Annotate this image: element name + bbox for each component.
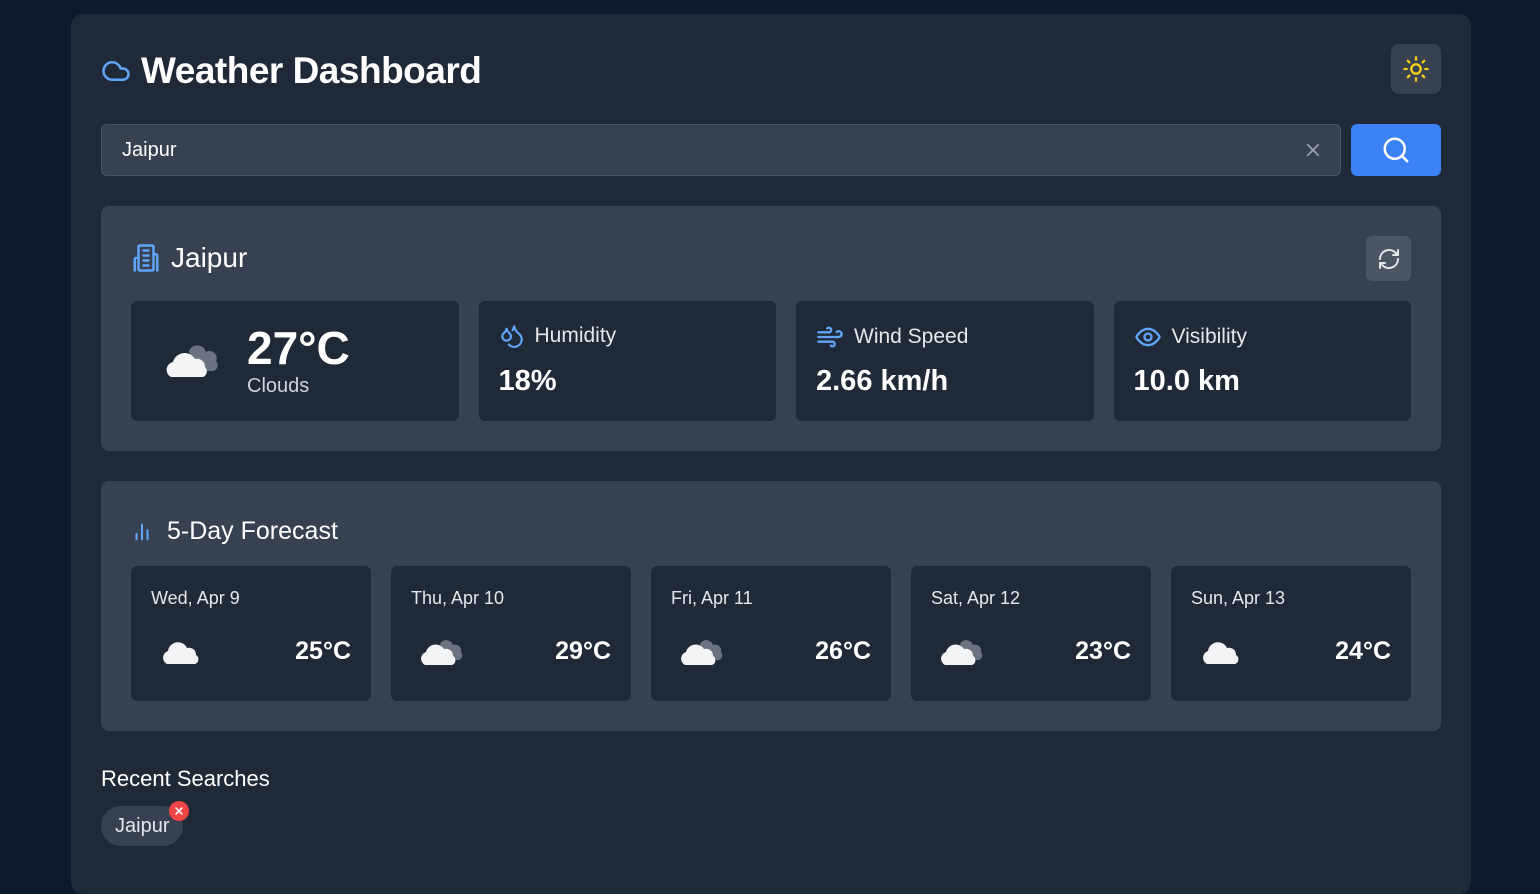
- forecast-title: 5-Day Forecast: [167, 517, 338, 545]
- temperature-block: 27°C Clouds: [247, 325, 350, 398]
- forecast-day-card: Wed, Apr 9 25°C: [131, 566, 371, 701]
- wind-label-row: Wind Speed: [816, 323, 968, 351]
- temperature-card: 27°C Clouds: [131, 301, 459, 421]
- forecast-date: Sat, Apr 12: [931, 588, 1021, 608]
- recent-search-chip[interactable]: Jaipur: [101, 801, 190, 846]
- cloud-icon: [102, 61, 130, 81]
- dashboard-container: Weather Dashboard Jaipur Jaipur 27°C Clo…: [71, 14, 1471, 894]
- close-icon: [175, 807, 184, 815]
- forecast-date: Fri, Apr 11: [671, 588, 753, 608]
- refresh-icon: [1378, 248, 1399, 269]
- forecast-day-card: Thu, Apr 10 29°C: [391, 566, 631, 701]
- search-row: [101, 124, 1441, 176]
- page-title: Weather Dashboard: [141, 50, 482, 91]
- forecast-date: Thu, Apr 10: [411, 588, 505, 608]
- wind-label: Wind Speed: [854, 325, 969, 348]
- humidity-label-row: Humidity: [499, 323, 617, 349]
- stats-row: 27°C Clouds Humidity 18% Wind Speed 2.66…: [131, 301, 1411, 421]
- clouds-icon: [681, 640, 723, 665]
- forecast-heading: 5-Day Forecast: [131, 517, 338, 546]
- forecast-day-card: Sat, Apr 12 23°C: [911, 566, 1151, 701]
- visibility-label: Visibility: [1171, 325, 1247, 348]
- eye-icon: [1134, 327, 1161, 347]
- clouds-icon: [166, 345, 218, 377]
- cloud-icon: [1203, 642, 1239, 664]
- droplets-icon: [500, 325, 523, 348]
- current-weather-panel: Jaipur 27°C Clouds Humidity 18% Wind Spe…: [101, 206, 1441, 451]
- forecast-day-card: Fri, Apr 11 26°C: [651, 566, 891, 701]
- weather-condition: Clouds: [247, 374, 310, 397]
- forecast-temperature: 29°C: [555, 637, 611, 665]
- visibility-card: Visibility 10.0 km: [1113, 301, 1411, 421]
- forecast-temperature: 26°C: [815, 637, 871, 665]
- forecast-temperature: 25°C: [295, 637, 351, 665]
- city-heading: Jaipur: [131, 242, 247, 274]
- visibility-value: 10.0 km: [1133, 365, 1240, 397]
- clouds-icon: [941, 640, 983, 665]
- theme-toggle-button[interactable]: [1391, 44, 1441, 94]
- forecast-date: Wed, Apr 9: [151, 588, 240, 608]
- remove-recent-button[interactable]: [169, 801, 190, 821]
- forecast-date: Sun, Apr 13: [1191, 588, 1286, 608]
- city-name: Jaipur: [171, 242, 248, 273]
- humidity-card: Humidity 18%: [478, 301, 776, 421]
- search-input[interactable]: [102, 125, 1282, 175]
- header: Weather Dashboard: [101, 44, 1441, 94]
- wind-icon: [817, 326, 843, 348]
- forecast-temperature: 23°C: [1075, 637, 1131, 665]
- search-box: [101, 124, 1341, 176]
- forecast-row: Wed, Apr 9 25°C Thu, Apr 10 29°C Fri, Ap…: [131, 566, 1411, 701]
- sun-icon: [1403, 56, 1429, 82]
- forecast-temperature: 24°C: [1335, 637, 1391, 665]
- forecast-panel: 5-Day Forecast Wed, Apr 9 25°C Thu, Apr …: [101, 481, 1441, 731]
- search-button[interactable]: [1351, 124, 1441, 176]
- title-wrap: Weather Dashboard: [101, 50, 482, 92]
- search-icon: [1383, 137, 1409, 163]
- refresh-button[interactable]: [1366, 236, 1411, 281]
- humidity-value: 18%: [498, 365, 557, 397]
- recent-search-label: Jaipur: [115, 814, 170, 837]
- building-icon: [133, 244, 159, 272]
- close-icon: [1306, 143, 1320, 157]
- cloud-icon: [163, 642, 199, 664]
- forecast-day-card: Sun, Apr 13 24°C: [1171, 566, 1411, 701]
- clear-search-button[interactable]: [1302, 139, 1324, 161]
- humidity-label: Humidity: [534, 324, 617, 347]
- bar-chart-icon: [135, 523, 149, 540]
- current-temperature: 27°C: [247, 321, 350, 374]
- wind-card: Wind Speed 2.66 km/h: [796, 301, 1094, 421]
- clouds-icon: [421, 640, 463, 665]
- wind-value: 2.66 km/h: [816, 365, 949, 397]
- recent-searches-title: Recent Searches: [101, 766, 270, 791]
- visibility-label-row: Visibility: [1134, 323, 1247, 351]
